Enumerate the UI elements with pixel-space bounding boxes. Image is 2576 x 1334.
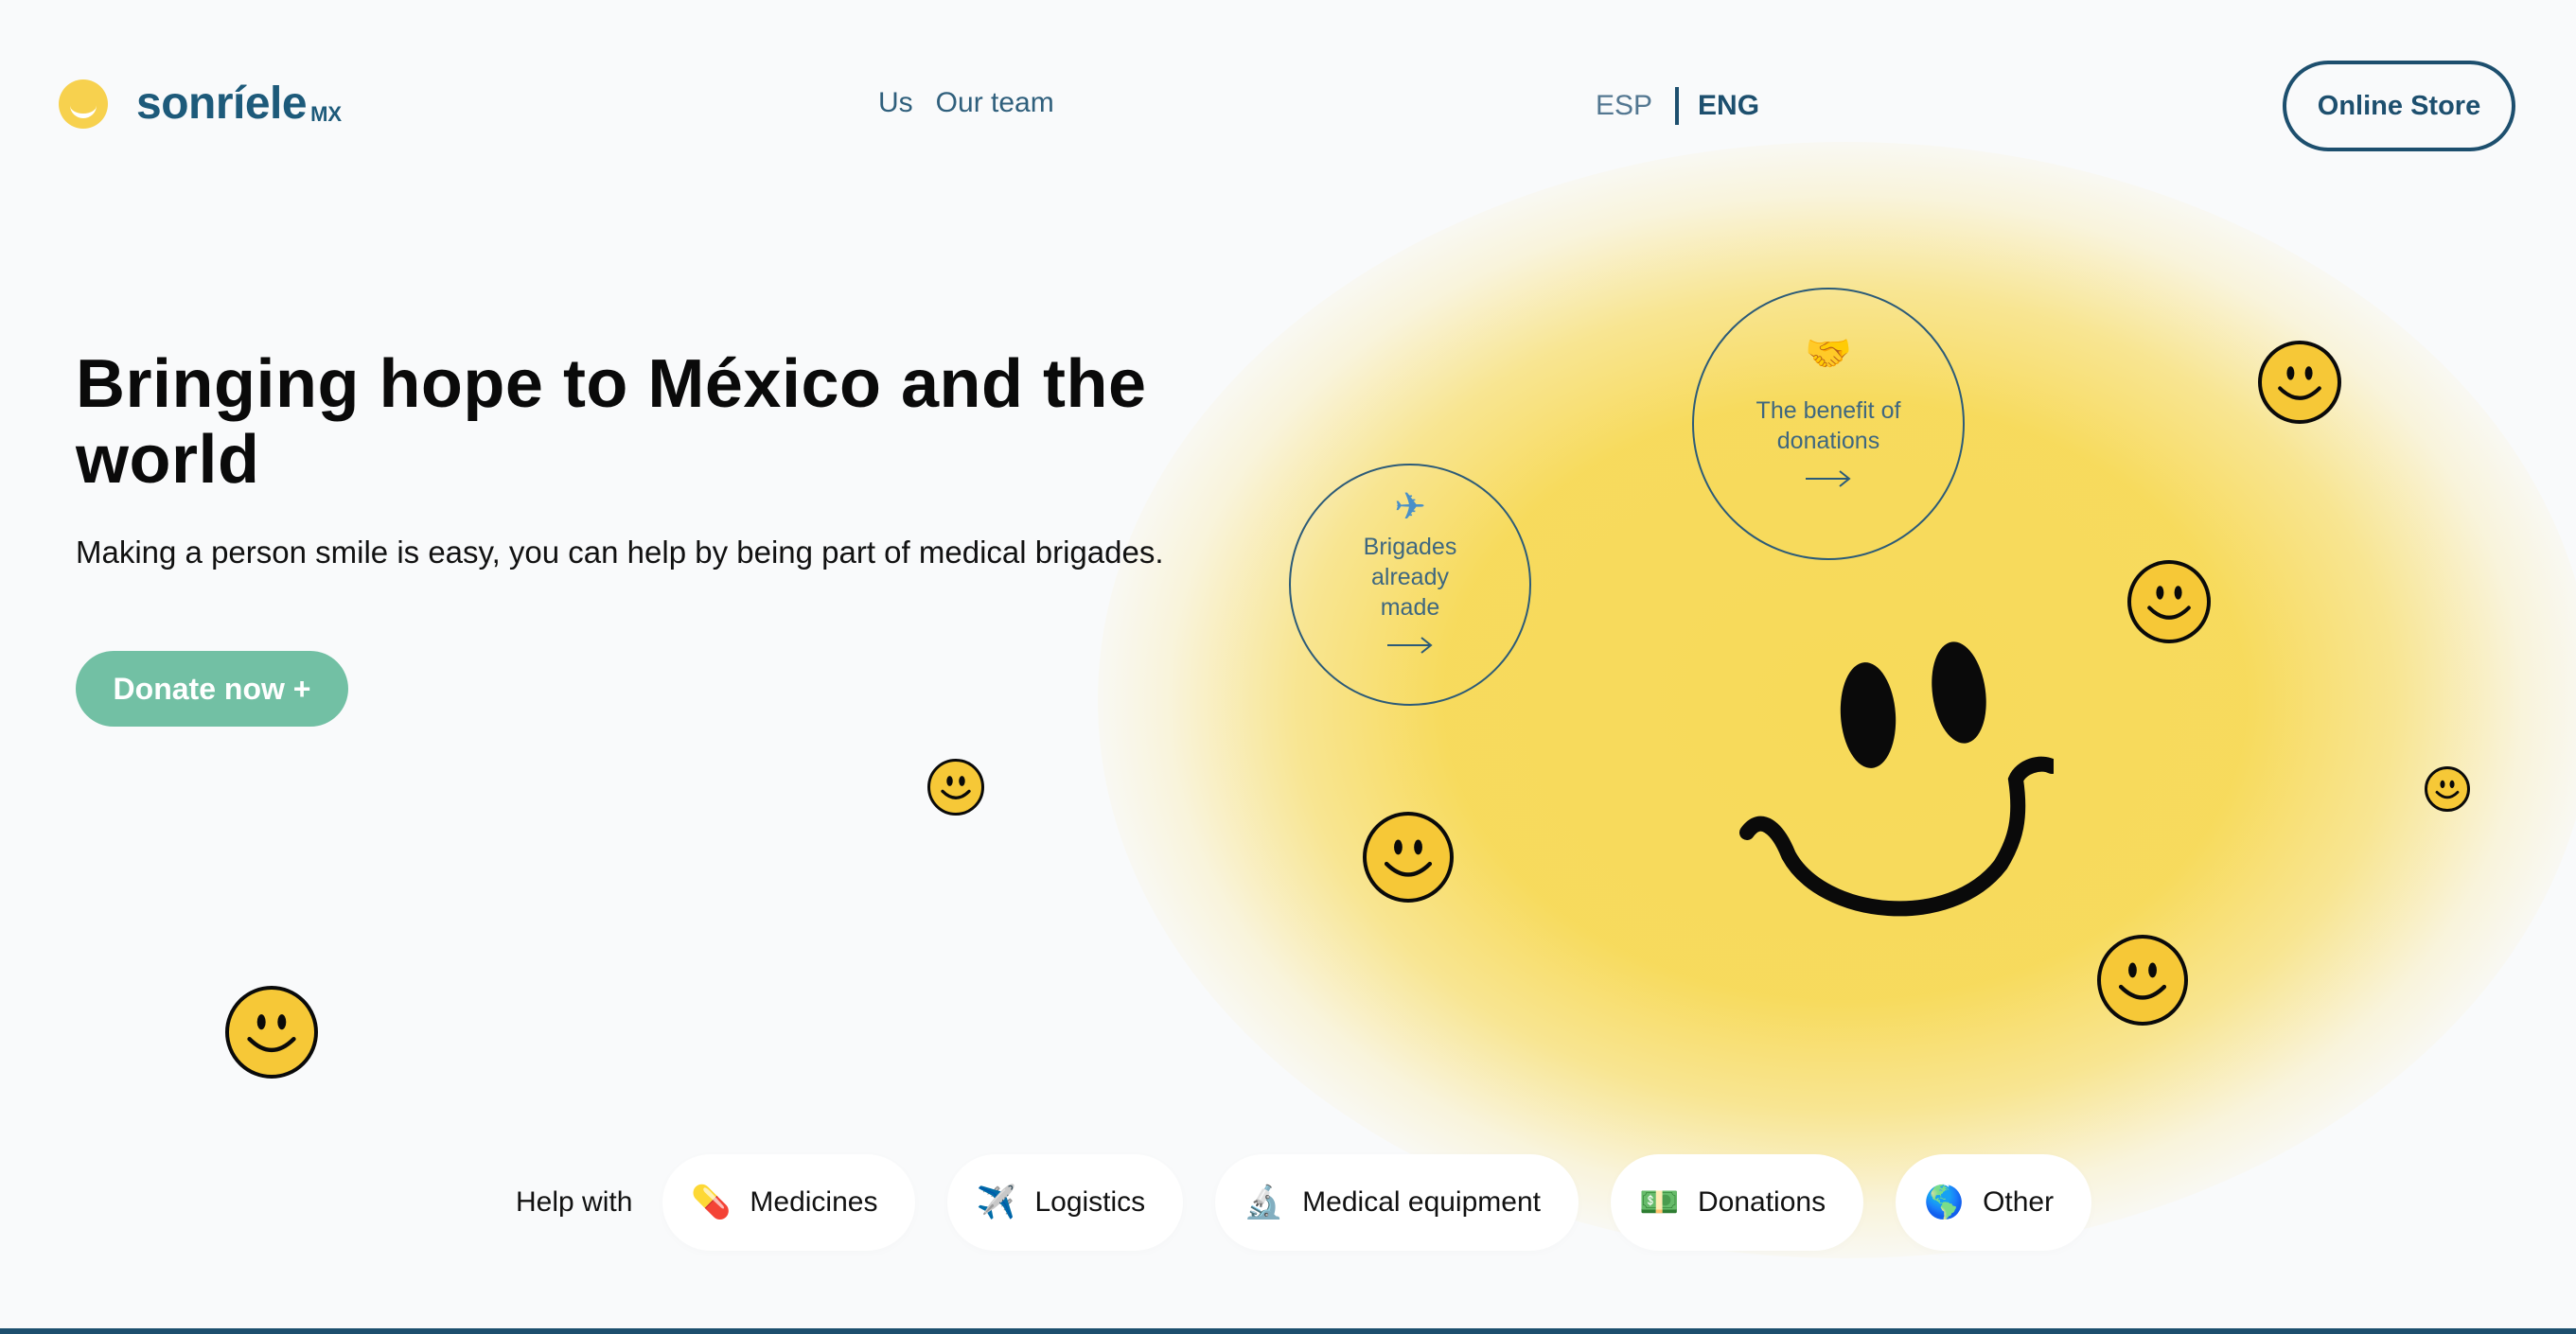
help-pill-label: Other xyxy=(1983,1186,2055,1218)
bottom-border-bar xyxy=(0,1328,2576,1334)
smiley-icon xyxy=(2127,560,2211,643)
help-pill-medical-equipment[interactable]: 🔬 Medical equipment xyxy=(1215,1154,1579,1251)
donate-now-button[interactable]: Donate now + xyxy=(76,651,348,727)
help-pill-other[interactable]: 🌎 Other xyxy=(1896,1154,2092,1251)
handshake-icon: 🤝 xyxy=(1805,333,1852,375)
logo[interactable]: sonríele MX xyxy=(59,79,342,129)
lang-esp[interactable]: ESP xyxy=(1596,90,1652,122)
microscope-icon: 🔬 xyxy=(1244,1185,1284,1220)
arrow-right-icon xyxy=(1385,632,1435,662)
help-pill-label: Donations xyxy=(1697,1186,1826,1218)
help-pill-logistics[interactable]: ✈️ Logistics xyxy=(947,1154,1184,1251)
smiley-icon xyxy=(225,986,318,1079)
help-pill-medicines[interactable]: 💊 Medicines xyxy=(662,1154,916,1251)
help-with-label: Help with xyxy=(516,1186,633,1218)
main-nav: Us Our team xyxy=(878,87,1054,119)
logo-smile-icon xyxy=(59,79,108,129)
language-switcher: ESP ENG xyxy=(1596,87,1759,125)
online-store-button[interactable]: Online Store xyxy=(2283,61,2515,151)
airplane-icon: ✈ xyxy=(1394,486,1426,528)
arrow-right-icon xyxy=(1804,465,1853,496)
hero-title: Bringing hope to México and the world xyxy=(76,346,1147,498)
help-with-row: Help with 💊 Medicines ✈️ Logistics 🔬 Med… xyxy=(516,1154,2124,1251)
smiley-icon xyxy=(927,759,984,816)
nav-link-us[interactable]: Us xyxy=(878,87,913,119)
hero-subtitle: Making a person smile is easy, you can h… xyxy=(76,535,1164,570)
money-icon: 💵 xyxy=(1638,1185,1680,1220)
globe-icon: 🌎 xyxy=(1924,1185,1965,1220)
smiley-icon xyxy=(2258,341,2341,424)
benefit-label: The benefit of donations xyxy=(1756,397,1901,454)
large-smile-illustration xyxy=(1732,628,2059,940)
nav-link-our-team[interactable]: Our team xyxy=(936,87,1054,119)
smiley-icon xyxy=(1363,812,1454,903)
donations-benefit-circle-link[interactable]: 🤝 The benefit of donations xyxy=(1692,288,1965,560)
logo-suffix: MX xyxy=(310,102,343,126)
logo-text: sonríele xyxy=(136,79,308,129)
help-pill-donations[interactable]: 💵 Donations xyxy=(1610,1154,1864,1251)
brigades-circle-link[interactable]: ✈ Brigades already made xyxy=(1289,464,1531,706)
pill-icon: 💊 xyxy=(691,1185,732,1220)
lang-divider xyxy=(1675,87,1680,125)
help-pill-label: Medical equipment xyxy=(1302,1186,1541,1218)
lang-eng[interactable]: ENG xyxy=(1698,90,1759,122)
help-pill-label: Logistics xyxy=(1034,1186,1146,1218)
brigades-label: Brigades already made xyxy=(1363,534,1457,621)
smiley-icon xyxy=(2097,935,2188,1026)
smiley-icon xyxy=(2425,766,2470,812)
airplane-icon: ✈️ xyxy=(976,1185,1016,1220)
help-pill-label: Medicines xyxy=(750,1186,878,1218)
